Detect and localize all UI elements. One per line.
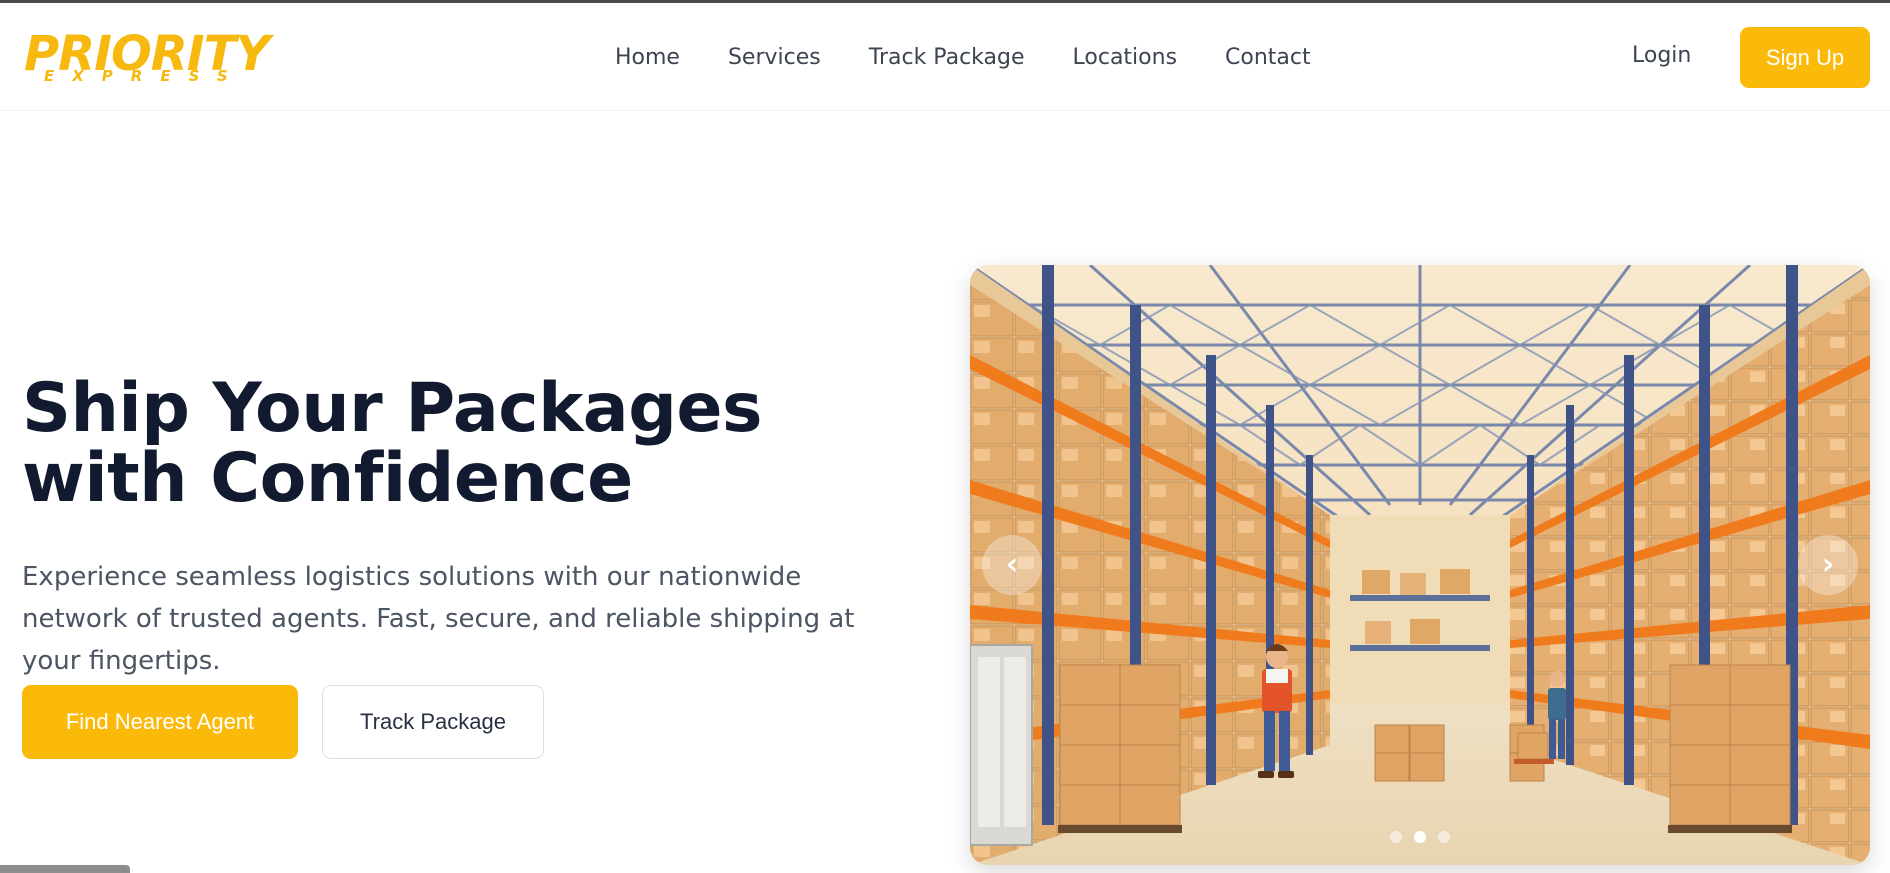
carousel-dot-3[interactable]: [1438, 831, 1450, 843]
nav-services[interactable]: Services: [728, 45, 821, 70]
nav-contact[interactable]: Contact: [1225, 45, 1311, 70]
chevron-left-icon: ‹: [1005, 547, 1019, 582]
logo-tagline: EXPRESS: [44, 67, 246, 85]
carousel-indicators: [970, 831, 1870, 843]
signup-button[interactable]: Sign Up: [1740, 27, 1870, 88]
nav-track-package[interactable]: Track Package: [869, 45, 1025, 70]
login-link[interactable]: Login: [1632, 43, 1691, 68]
chevron-right-icon: ›: [1821, 547, 1835, 582]
carousel-prev-button[interactable]: ‹: [982, 535, 1042, 595]
hero-title: Ship Your Packages with Confidence: [22, 369, 762, 518]
warehouse-illustration: [970, 265, 1870, 865]
find-agent-button[interactable]: Find Nearest Agent: [22, 685, 298, 759]
carousel-dot-1[interactable]: [1390, 831, 1402, 843]
hero-description: Experience seamless logistics solutions …: [22, 562, 855, 676]
nav-home[interactable]: Home: [615, 45, 680, 70]
horizontal-scrollbar[interactable]: [0, 865, 130, 873]
logo[interactable]: PRIORITY EXPRESS: [24, 27, 280, 89]
nav-locations[interactable]: Locations: [1073, 45, 1178, 70]
hero-carousel: ‹ ›: [970, 265, 1870, 865]
navbar: PRIORITY EXPRESS Home Services Track Pac…: [0, 3, 1890, 111]
track-package-button[interactable]: Track Package: [322, 685, 544, 759]
carousel-next-button[interactable]: ›: [1798, 535, 1858, 595]
main-nav: Home Services Track Package Locations Co…: [615, 3, 1311, 111]
carousel-dot-2[interactable]: [1414, 831, 1426, 843]
